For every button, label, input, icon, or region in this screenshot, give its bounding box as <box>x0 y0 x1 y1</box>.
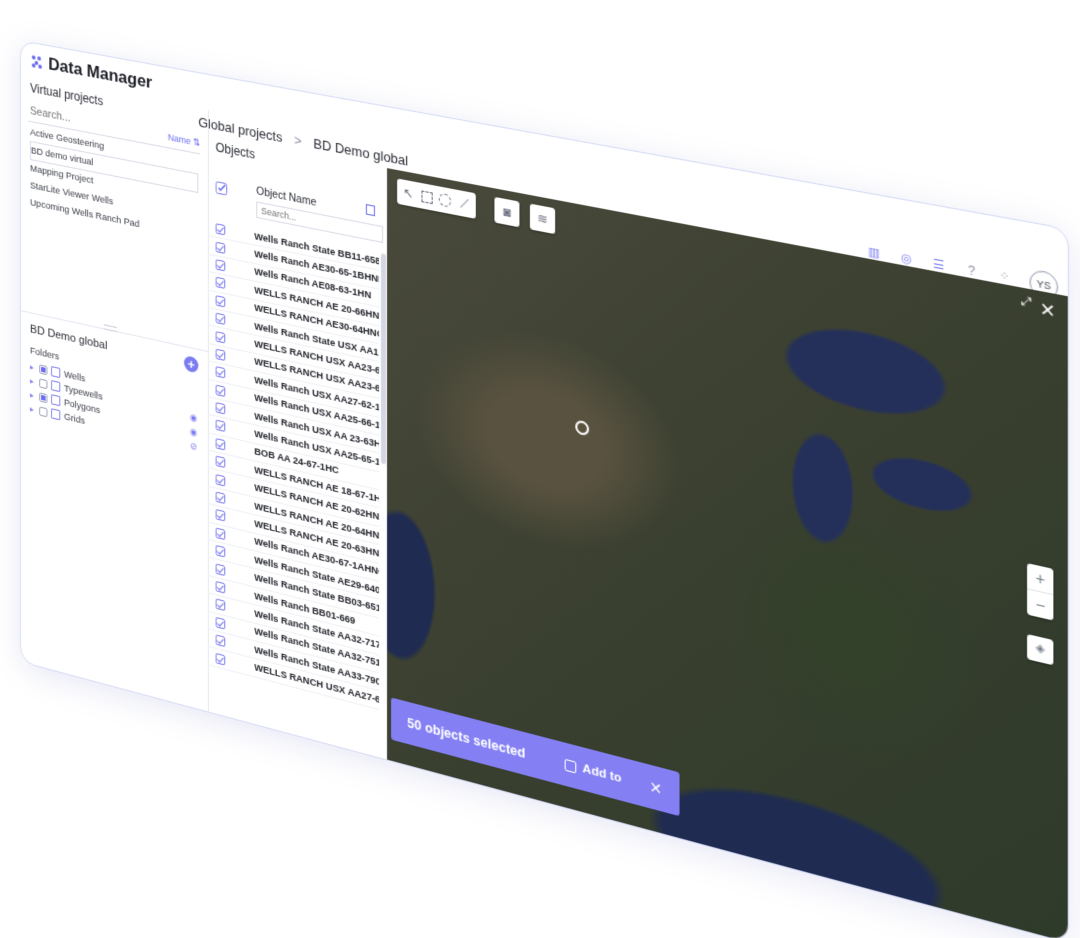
eye-icon[interactable]: ◉ <box>189 425 199 438</box>
row-checkbox[interactable] <box>215 437 226 451</box>
breadcrumb-separator: > <box>294 131 302 149</box>
row-checkbox[interactable] <box>215 259 226 272</box>
visibility-icon-placeholder <box>189 402 199 404</box>
folder-checkbox[interactable] <box>39 377 48 389</box>
grids-folder-icon <box>51 408 61 421</box>
objects-scrollbar[interactable] <box>380 253 387 465</box>
objects-panel: Objects Object Name Wells Ranch State BB… <box>207 134 389 760</box>
row-checkbox[interactable] <box>215 491 226 505</box>
map-location-marker[interactable] <box>575 419 590 437</box>
row-checkbox[interactable] <box>215 348 226 361</box>
add-to-icon <box>564 758 577 774</box>
sort-arrow-icon: ⇅ <box>193 136 201 148</box>
folder-checkbox[interactable] <box>39 405 48 417</box>
row-checkbox[interactable] <box>215 330 226 344</box>
expand-caret-icon[interactable]: ▸ <box>30 404 35 414</box>
row-checkbox[interactable] <box>215 616 226 630</box>
row-checkbox[interactable] <box>215 402 226 415</box>
row-checkbox[interactable] <box>215 598 226 612</box>
folder-checkbox[interactable] <box>39 363 48 375</box>
zoom-out-button[interactable]: − <box>1027 588 1054 621</box>
clear-selection-icon[interactable]: ✕ <box>649 777 662 799</box>
add-folder-button[interactable]: + <box>184 355 199 374</box>
lasso-select-icon[interactable] <box>438 192 452 208</box>
add-to-button[interactable]: Add to <box>564 758 622 786</box>
close-map-icon[interactable]: ✕ <box>1040 298 1056 324</box>
row-checkbox[interactable] <box>215 652 226 666</box>
add-to-label: Add to <box>582 762 622 786</box>
row-checkbox[interactable] <box>215 420 226 433</box>
screenshot-button[interactable]: ◙ <box>494 196 520 228</box>
column-settings-icon[interactable] <box>365 203 375 217</box>
rectangle-select-icon[interactable] <box>421 189 433 204</box>
camera-icon: ◙ <box>503 203 511 221</box>
row-checkbox[interactable] <box>215 473 226 487</box>
row-checkbox[interactable] <box>215 527 226 540</box>
row-checkbox[interactable] <box>215 223 226 236</box>
row-checkbox[interactable] <box>215 277 226 290</box>
ruler-icon[interactable]: ⟋ <box>457 195 471 213</box>
resize-grip-icon[interactable] <box>103 324 117 333</box>
row-checkbox[interactable] <box>215 545 226 558</box>
zoom-controls: + − <box>1027 563 1054 621</box>
expand-caret-icon[interactable]: ▸ <box>30 390 35 400</box>
locate-icon[interactable]: ◈ <box>1027 633 1054 666</box>
map-toolbar: ↖ ⟋ ◙ ≋ <box>397 178 556 235</box>
row-checkbox[interactable] <box>215 294 226 308</box>
select-all-checkbox[interactable] <box>216 181 228 196</box>
expand-caret-icon[interactable]: ▸ <box>30 376 35 386</box>
map-view[interactable]: ↖ ⟋ ◙ ≋ ⤢ ✕ + − ◈ <box>387 168 1068 938</box>
row-checkbox[interactable] <box>215 366 226 379</box>
layers-button[interactable]: ≋ <box>529 203 556 235</box>
logo-icon <box>31 55 43 70</box>
row-checkbox[interactable] <box>215 580 226 594</box>
wells-folder-icon <box>51 366 61 379</box>
typewells-folder-icon <box>51 380 61 393</box>
row-checkbox[interactable] <box>215 241 226 254</box>
folder-checkbox[interactable] <box>39 391 48 403</box>
selection-tools: ↖ ⟋ <box>397 178 476 219</box>
row-checkbox[interactable] <box>215 384 226 397</box>
polygons-folder-icon <box>51 394 61 407</box>
eye-hidden-icon[interactable]: ⊘ <box>189 440 199 453</box>
app-window: Data Manager Global projects > BD Demo g… <box>20 40 1069 938</box>
sort-label: Name <box>167 131 191 146</box>
expand-icon[interactable]: ⤢ <box>1021 294 1031 311</box>
sort-by-name-button[interactable]: Name ⇅ <box>168 131 201 148</box>
row-checkbox[interactable] <box>215 455 226 469</box>
layers-icon: ≋ <box>537 210 548 228</box>
eye-icon[interactable]: ◉ <box>189 411 199 424</box>
row-checkbox[interactable] <box>215 312 226 326</box>
row-checkbox[interactable] <box>215 634 226 648</box>
objects-table-body: Wells Ranch State BB11-658_C ChWells Ran… <box>207 218 379 758</box>
pointer-icon[interactable]: ↖ <box>401 184 415 202</box>
row-checkbox[interactable] <box>215 509 226 523</box>
left-panel: Virtual projects Name ⇅ Active Geosteeri… <box>20 75 209 712</box>
expand-caret-icon[interactable]: ▸ <box>30 362 35 372</box>
row-checkbox[interactable] <box>215 563 226 576</box>
